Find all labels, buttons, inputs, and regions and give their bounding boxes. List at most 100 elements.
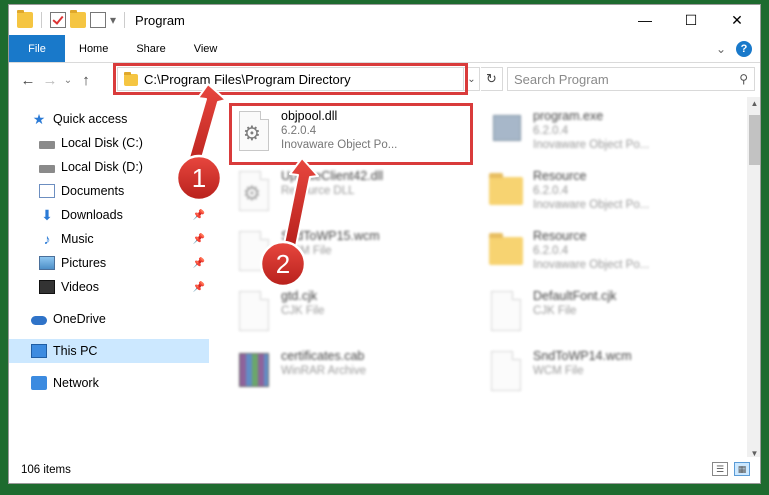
file-name: certificates.cab: [281, 349, 365, 363]
pin-icon[interactable]: 📌: [193, 258, 205, 269]
pin-icon[interactable]: 📌: [193, 234, 205, 245]
folder-icon: [487, 229, 527, 273]
file-version: 6.2.0.4: [533, 245, 569, 257]
file-name: Resource: [533, 169, 587, 183]
pin-icon[interactable]: 📌: [193, 162, 205, 173]
maximize-button[interactable]: ☐: [668, 5, 714, 35]
expand-ribbon-chevron-icon[interactable]: ⌄: [716, 42, 726, 56]
file-tile-certificates-cab[interactable]: certificates.cab WinRAR Archive: [229, 343, 469, 403]
file-tile-sndtowp15-wcm[interactable]: SndToWP15.wcm WCM File: [229, 223, 469, 283]
large-icons-view-icon[interactable]: ▦: [734, 462, 750, 476]
network-icon: [31, 376, 47, 390]
ribbon-tabs: File Home Share View ⌄ ?: [9, 35, 760, 63]
download-icon: ⬇: [41, 206, 53, 223]
folder-tile-resource[interactable]: Resource 6.2.0.4 Inovaware Object Po...: [481, 163, 721, 223]
sidebar-item-label: OneDrive: [53, 312, 106, 326]
file-name: SndToWP14.wcm: [533, 349, 632, 363]
disk-icon: [39, 141, 55, 149]
pc-icon: [31, 344, 47, 358]
sidebar-item-this-pc[interactable]: This PC: [9, 339, 209, 363]
explorer-window: ▾ Program — ☐ ✕ File Home Share View ⌄ ?…: [8, 4, 761, 484]
sidebar-item-label: Local Disk (D:): [61, 160, 143, 174]
sidebar-item-onedrive[interactable]: OneDrive: [9, 307, 209, 331]
sidebar-item-label: This PC: [53, 344, 98, 358]
address-highlight-box: [113, 63, 468, 95]
scroll-up-icon[interactable]: ▲: [747, 97, 760, 111]
minimize-button[interactable]: —: [622, 5, 668, 35]
window-controls: — ☐ ✕: [622, 5, 760, 35]
chevron-down-icon[interactable]: ▾: [110, 13, 116, 27]
folder-tile-resource[interactable]: Resource 6.2.0.4 Inovaware Object Po...: [481, 223, 721, 283]
search-input[interactable]: Search Program ⚲: [507, 67, 755, 91]
sidebar-item-videos[interactable]: Videos 📌: [9, 275, 209, 299]
customize-view-icon[interactable]: [90, 12, 106, 28]
sidebar-item-network[interactable]: Network: [9, 371, 209, 395]
file-name: Resource: [533, 229, 587, 243]
pin-icon[interactable]: 📌: [193, 282, 205, 293]
sidebar-item-label: Videos: [61, 280, 99, 294]
forward-arrow-icon[interactable]: →: [39, 72, 61, 89]
sidebar-item-quick-access[interactable]: ★ Quick access: [9, 107, 209, 131]
sidebar-item-documents[interactable]: Documents 📌: [9, 179, 209, 203]
file-icon: [487, 289, 527, 333]
star-icon: ★: [32, 110, 46, 127]
search-placeholder: Search Program: [514, 71, 609, 87]
pin-icon[interactable]: 📌: [193, 138, 205, 149]
refresh-icon[interactable]: ↻: [481, 67, 503, 91]
status-bar: 106 items ☰ ▦: [9, 457, 760, 483]
vertical-scrollbar[interactable]: ▲ ▼: [747, 97, 760, 461]
tab-view[interactable]: View: [180, 35, 232, 62]
sidebar-item-local-disk-c[interactable]: Local Disk (C:) 📌: [9, 131, 209, 155]
sidebar-item-label: Music: [61, 232, 94, 246]
music-icon: ♪: [43, 231, 51, 247]
file-tile-gtd-cjk[interactable]: gtd.cjk CJK File: [229, 283, 469, 343]
title-bar: ▾ Program — ☐ ✕: [9, 5, 760, 35]
file-description: Inovaware Object Po...: [533, 259, 650, 271]
onedrive-icon: [31, 316, 47, 325]
recent-locations-chevron-icon[interactable]: ⌄: [61, 75, 75, 86]
file-version: 6.2.0.4: [533, 125, 569, 137]
navigation-pane: ★ Quick access Local Disk (C:) 📌 Local D…: [9, 97, 209, 457]
up-arrow-icon[interactable]: ↑: [75, 72, 97, 89]
tab-share[interactable]: Share: [122, 35, 179, 62]
new-folder-icon[interactable]: [70, 10, 86, 28]
help-icon[interactable]: ?: [736, 41, 752, 57]
file-description: Inovaware Object Po...: [533, 139, 650, 151]
file-type: CJK File: [533, 305, 577, 317]
file-name: DefaultFont.cjk: [533, 289, 617, 303]
sidebar-item-local-disk-d[interactable]: Local Disk (D:) 📌: [9, 155, 209, 179]
videos-icon: [39, 280, 55, 294]
scroll-thumb[interactable]: [749, 115, 760, 165]
file-type: CJK File: [281, 305, 325, 317]
file-type: WCM File: [281, 245, 332, 257]
file-tile-program-exe[interactable]: program.exe 6.2.0.4 Inovaware Object Po.…: [481, 103, 721, 163]
back-arrow-icon[interactable]: ←: [17, 72, 39, 89]
documents-icon: [39, 184, 55, 198]
pin-icon[interactable]: 📌: [193, 186, 205, 197]
sidebar-item-downloads[interactable]: ⬇ Downloads 📌: [9, 203, 209, 227]
sidebar-item-pictures[interactable]: Pictures 📌: [9, 251, 209, 275]
close-button[interactable]: ✕: [714, 5, 760, 35]
sidebar-item-music[interactable]: ♪ Music 📌: [9, 227, 209, 251]
sidebar-item-label: Network: [53, 376, 99, 390]
tab-file[interactable]: File: [9, 35, 65, 62]
search-icon: ⚲: [739, 72, 748, 86]
properties-check-icon[interactable]: [50, 12, 66, 28]
file-type: Resource DLL: [281, 185, 355, 197]
folder-icon: [487, 169, 527, 213]
pin-icon[interactable]: 📌: [193, 210, 205, 221]
file-name: gtd.cjk: [281, 289, 318, 303]
file-icon: [235, 229, 275, 273]
divider: [41, 12, 42, 28]
file-highlight-box: [229, 103, 473, 165]
ribbon-right-controls: ⌄ ?: [716, 41, 752, 57]
address-row: ← → ⌄ ↑ C:\Program Files\Program Directo…: [9, 63, 760, 97]
file-tile-sndtowp14-wcm[interactable]: SndToWP14.wcm WCM File: [481, 343, 721, 403]
archive-icon: [235, 349, 275, 393]
file-tile-defaultfont-cjk[interactable]: DefaultFont.cjk CJK File: [481, 283, 721, 343]
file-tile-updateclient42-dll[interactable]: ⚙ UpdateClient42.dll Resource DLL: [229, 163, 469, 223]
file-type: WinRAR Archive: [281, 365, 366, 377]
details-view-icon[interactable]: ☰: [712, 462, 728, 476]
tab-home[interactable]: Home: [65, 35, 122, 62]
sidebar-item-label: Local Disk (C:): [61, 136, 143, 150]
